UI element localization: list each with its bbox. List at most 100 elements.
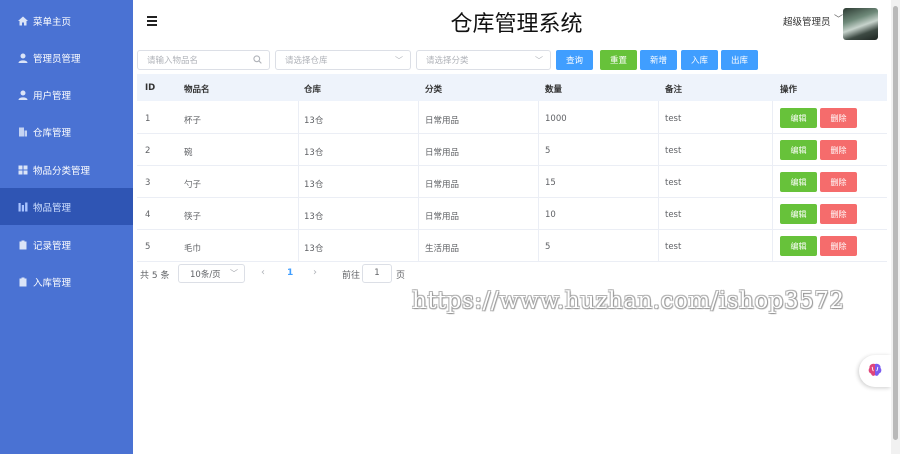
sidebar-item-label: 用户管理 — [33, 90, 72, 102]
cell-name: 碗 — [184, 148, 193, 158]
cell-warehouse: 13仓 — [304, 212, 324, 222]
user-name[interactable]: 超级管理员 — [783, 14, 831, 28]
bar-chart-icon — [17, 201, 28, 212]
sidebar-item-users[interactable]: 用户管理 — [0, 76, 133, 113]
home-icon — [17, 15, 28, 26]
cell-note: test — [665, 210, 682, 220]
sidebar-item-home[interactable]: 菜单主页 — [0, 2, 133, 39]
cell-quantity: 10 — [545, 210, 556, 220]
cell-note: test — [665, 114, 682, 124]
chevron-down-icon[interactable]: ﹀ — [834, 12, 843, 25]
cell-category: 日常用品 — [425, 148, 460, 158]
item-name-search-input[interactable]: 请输入物品名 — [137, 50, 270, 70]
cell-warehouse: 13仓 — [304, 244, 324, 254]
cell-id: 1 — [145, 114, 151, 124]
warehouse-select[interactable]: 请选择仓库 ﹀ — [275, 50, 411, 70]
scrollbar-thumb[interactable] — [893, 6, 898, 440]
chevron-down-icon: ﹀ — [535, 56, 543, 65]
column-header: 仓库 — [304, 85, 322, 95]
column-header: 操作 — [780, 85, 798, 95]
goto-page-suffix: 页 — [396, 271, 406, 281]
column-header: ID — [145, 83, 156, 93]
page-size-select[interactable]: 10条/页 ﹀ — [178, 264, 245, 283]
sidebar-item-records[interactable]: 记录管理 — [0, 226, 133, 263]
building-icon — [17, 126, 28, 137]
sidebar-item-admin[interactable]: 管理员管理 — [0, 39, 133, 76]
next-page-icon[interactable]: › — [313, 267, 317, 278]
table-header: ID 物品名 仓库 分类 数量 备注 操作 — [137, 74, 887, 101]
sidebar-item-items[interactable]: 物品管理 — [0, 188, 133, 225]
search-icon — [253, 55, 262, 66]
cell-id: 4 — [145, 210, 151, 220]
cell-quantity: 5 — [545, 242, 551, 252]
inbound-button[interactable]: 入库 — [681, 50, 718, 70]
column-header: 备注 — [665, 85, 683, 95]
app-root: 菜单主页 管理员管理 用户管理 仓库管理 物品分类管理 物品管理 记录管理 入库… — [0, 0, 900, 454]
chevron-down-icon: ﹀ — [395, 56, 403, 65]
table-row: 2 碗 13仓 日常用品 5 test 编辑 删除 — [137, 134, 887, 166]
cell-id: 3 — [145, 178, 151, 188]
sidebar-item-label: 物品分类管理 — [33, 165, 91, 177]
column-header: 分类 — [425, 85, 443, 95]
cell-quantity: 15 — [545, 178, 556, 188]
reset-button[interactable]: 重置 — [600, 50, 637, 70]
edit-button[interactable]: 编辑 — [780, 108, 817, 128]
sidebar-item-label: 物品管理 — [33, 202, 72, 214]
prev-page-icon[interactable]: ‹ — [261, 267, 265, 278]
delete-button[interactable]: 删除 — [820, 172, 857, 192]
clipboard-icon — [17, 276, 28, 287]
sidebar-item-label: 记录管理 — [33, 240, 72, 252]
cell-note: test — [665, 178, 682, 188]
cell-category: 日常用品 — [425, 116, 460, 126]
table-row: 5 毛巾 13仓 生活用品 5 test 编辑 删除 — [137, 230, 887, 262]
delete-button[interactable]: 删除 — [820, 140, 857, 160]
edit-button[interactable]: 编辑 — [780, 236, 817, 256]
pagination-total: 共 5 条 — [140, 271, 170, 281]
sidebar-item-category[interactable]: 物品分类管理 — [0, 151, 133, 188]
cell-quantity: 5 — [545, 146, 551, 156]
outbound-button[interactable]: 出库 — [721, 50, 758, 70]
cell-category: 日常用品 — [425, 212, 460, 222]
table-row: 3 勺子 13仓 日常用品 15 test 编辑 删除 — [137, 166, 887, 198]
page-size-value: 10条/页 — [190, 269, 221, 280]
header: 仓库管理系统 超级管理员 ﹀ — [133, 0, 900, 44]
cell-name: 毛巾 — [184, 244, 202, 254]
cell-name: 勺子 — [184, 180, 202, 190]
cell-warehouse: 13仓 — [304, 116, 324, 126]
column-header: 物品名 — [184, 85, 210, 95]
page-number-current[interactable]: 1 — [287, 268, 293, 278]
table-row: 1 杯子 13仓 日常用品 1000 test 编辑 删除 — [137, 102, 887, 134]
cell-category: 生活用品 — [425, 244, 460, 254]
sidebar-item-label: 菜单主页 — [33, 16, 72, 28]
cell-warehouse: 13仓 — [304, 180, 324, 190]
item-name-placeholder: 请输入物品名 — [147, 56, 199, 66]
avatar[interactable] — [843, 8, 878, 40]
sidebar-item-inbound[interactable]: 入库管理 — [0, 263, 133, 300]
goto-page-input[interactable]: 1 — [362, 264, 392, 283]
user-icon — [17, 89, 28, 100]
floating-brain-widget[interactable] — [859, 355, 891, 387]
cell-id: 5 — [145, 242, 151, 252]
sidebar-item-warehouse[interactable]: 仓库管理 — [0, 113, 133, 150]
cell-category: 日常用品 — [425, 180, 460, 190]
delete-button[interactable]: 删除 — [820, 236, 857, 256]
add-button[interactable]: 新增 — [640, 50, 677, 70]
brain-icon — [867, 362, 883, 381]
goto-label: 前往 — [342, 271, 361, 281]
cell-name: 筷子 — [184, 212, 202, 222]
delete-button[interactable]: 删除 — [820, 204, 857, 224]
edit-button[interactable]: 编辑 — [780, 140, 817, 160]
column-header: 数量 — [545, 85, 563, 95]
category-select[interactable]: 请选择分类 ﹀ — [416, 50, 551, 70]
sidebar-item-label: 管理员管理 — [33, 53, 81, 65]
sidebar-item-label: 入库管理 — [33, 277, 72, 289]
edit-button[interactable]: 编辑 — [780, 204, 817, 224]
clipboard-icon — [17, 239, 28, 250]
edit-button[interactable]: 编辑 — [780, 172, 817, 192]
sidebar-item-label: 仓库管理 — [33, 127, 72, 139]
delete-button[interactable]: 删除 — [820, 108, 857, 128]
user-icon — [17, 52, 28, 63]
cell-id: 2 — [145, 146, 151, 156]
cell-note: test — [665, 242, 682, 252]
query-button[interactable]: 查询 — [556, 50, 593, 70]
